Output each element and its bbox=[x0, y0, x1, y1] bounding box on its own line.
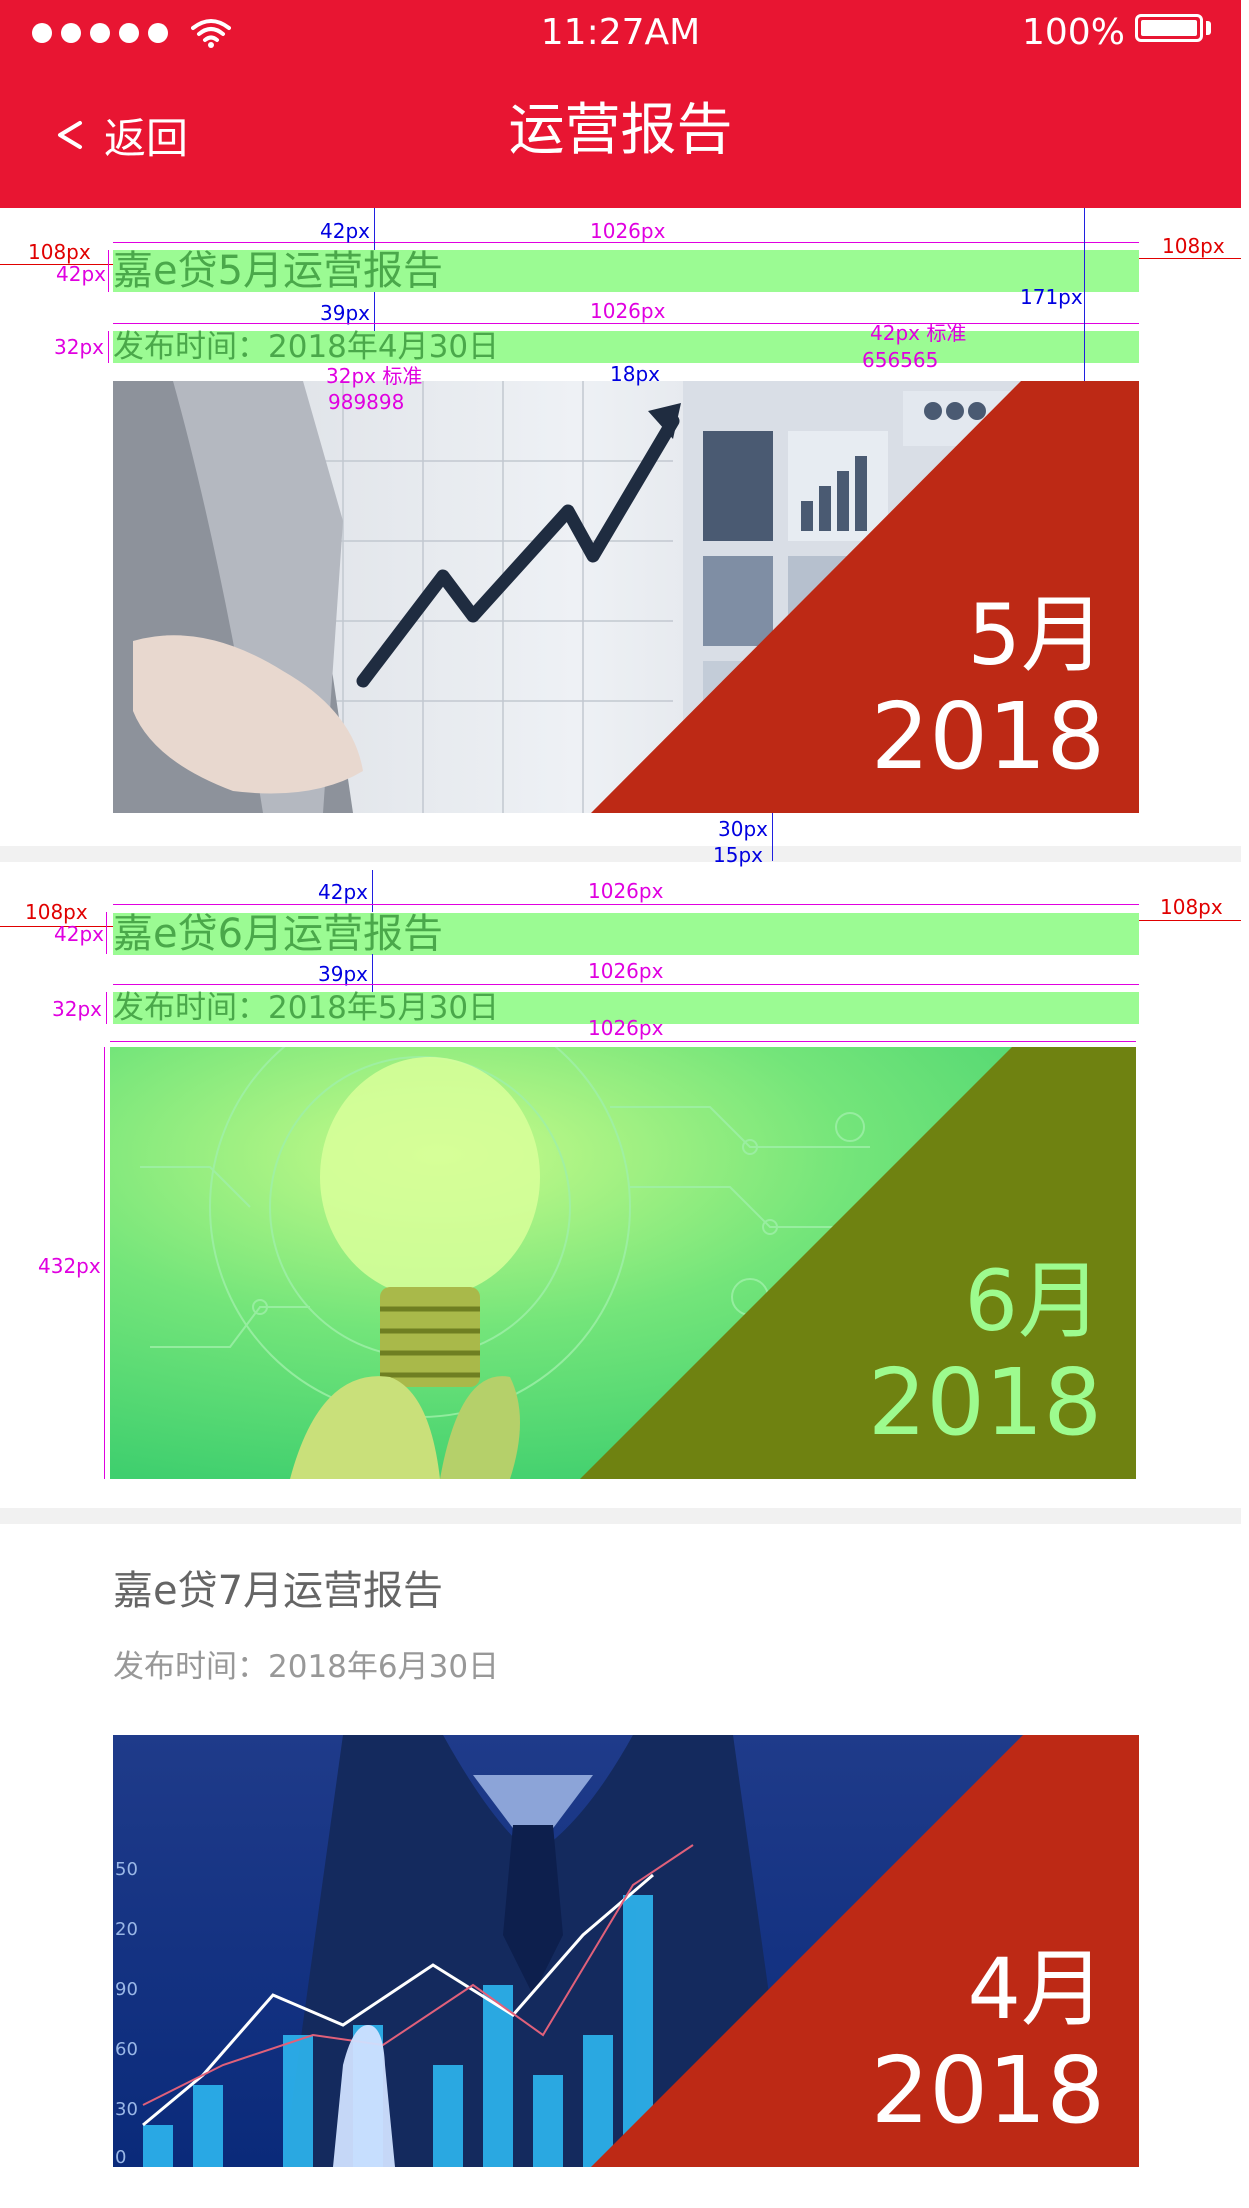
badge-month: 5月 bbox=[967, 586, 1105, 684]
guide-line bbox=[1084, 208, 1085, 381]
svg-text:20: 20 bbox=[115, 1919, 138, 1940]
guide-line bbox=[372, 870, 373, 912]
spacing-label: 39px bbox=[320, 301, 370, 325]
report-card[interactable]: 嘉e贷7月运营报告 发布时间：2018年6月30日 50 20 90 60 30… bbox=[0, 1524, 1241, 2208]
badge-month: 4月 bbox=[967, 1940, 1105, 2038]
report-title: 嘉e贷7月运营报告 bbox=[113, 1568, 444, 1614]
height-label: 432px bbox=[38, 1254, 101, 1278]
battery-percent: 100% bbox=[1022, 12, 1125, 53]
spacing-label: 15px bbox=[713, 843, 763, 867]
report-banner-image[interactable]: 6月 2018 bbox=[110, 1047, 1136, 1479]
guide-line bbox=[113, 984, 1139, 985]
report-title: 嘉e贷6月运营报告 bbox=[113, 913, 1139, 955]
height-label: 42px bbox=[56, 262, 106, 286]
battery-icon bbox=[1135, 14, 1203, 42]
spacing-label: 30px bbox=[718, 817, 768, 841]
list-separator bbox=[0, 1508, 1241, 1524]
guide-line bbox=[108, 250, 109, 292]
report-title: 嘉e贷5月运营报告 bbox=[113, 250, 1139, 292]
report-banner-image[interactable]: 5月 2018 bbox=[113, 381, 1139, 813]
badge-month: 6月 bbox=[964, 1252, 1102, 1350]
guide-line bbox=[104, 1047, 105, 1479]
height-label: 32px bbox=[54, 335, 104, 359]
spacing-label: 18px bbox=[610, 362, 660, 386]
width-label: 1026px bbox=[590, 219, 666, 243]
svg-text:60: 60 bbox=[115, 2039, 138, 2060]
guide-line bbox=[106, 992, 107, 1024]
margin-label: 108px bbox=[1162, 234, 1225, 258]
svg-text:0: 0 bbox=[115, 2147, 126, 2167]
list-separator bbox=[0, 846, 1241, 862]
badge-year: 2018 bbox=[867, 1349, 1102, 1456]
title-spec-label: 42px 标准 bbox=[870, 321, 967, 345]
battery-level bbox=[1141, 20, 1197, 36]
guide-line bbox=[1139, 920, 1241, 921]
height-label: 42px bbox=[54, 922, 104, 946]
width-label: 1026px bbox=[588, 879, 664, 903]
margin-label: 108px bbox=[28, 240, 91, 264]
app-screen: 11:27AM 100% 返回 运营报告 嘉e贷5月运营报告 发布时间：2018… bbox=[0, 0, 1241, 2208]
svg-text:50: 50 bbox=[115, 1859, 138, 1880]
spacing-label: 42px bbox=[318, 880, 368, 904]
app-header: 11:27AM 100% 返回 运营报告 bbox=[0, 0, 1241, 208]
guide-line bbox=[374, 208, 375, 250]
spacing-label: 39px bbox=[318, 962, 368, 986]
page-title: 运营报告 bbox=[508, 98, 733, 163]
margin-label: 108px bbox=[1160, 895, 1223, 919]
height-label: 32px bbox=[52, 997, 102, 1021]
guide-line bbox=[772, 813, 773, 861]
guide-line bbox=[108, 331, 109, 363]
spacing-label: 171px bbox=[1020, 285, 1083, 309]
guide-line bbox=[372, 954, 373, 992]
date-color-label: 989898 bbox=[328, 390, 405, 414]
width-label: 1026px bbox=[588, 1016, 664, 1040]
guide-line bbox=[110, 1041, 1136, 1042]
report-date: 发布时间：2018年4月30日 bbox=[113, 331, 1139, 363]
badge-year: 2018 bbox=[870, 2037, 1105, 2144]
title-color-label: 656565 bbox=[862, 348, 939, 372]
date-spec-label: 32px 标准 bbox=[326, 364, 423, 388]
svg-text:30: 30 bbox=[115, 2099, 138, 2120]
guide-line bbox=[1139, 258, 1241, 259]
report-date: 发布时间：2018年6月30日 bbox=[113, 1649, 500, 1685]
report-banner-image[interactable]: 50 20 90 60 30 0 4月 2018 bbox=[113, 1735, 1139, 2167]
margin-label: 108px bbox=[25, 900, 88, 924]
battery-tip bbox=[1206, 21, 1211, 35]
guide-line bbox=[113, 904, 1139, 905]
badge-year: 2018 bbox=[870, 683, 1105, 790]
edge-strip bbox=[1241, 0, 1249, 2208]
width-label: 1026px bbox=[590, 299, 666, 323]
guide-line bbox=[113, 323, 1139, 324]
svg-text:90: 90 bbox=[115, 1979, 138, 2000]
guide-line bbox=[374, 292, 375, 331]
spacing-label: 42px bbox=[320, 219, 370, 243]
guide-line bbox=[106, 912, 107, 954]
width-label: 1026px bbox=[588, 959, 664, 983]
